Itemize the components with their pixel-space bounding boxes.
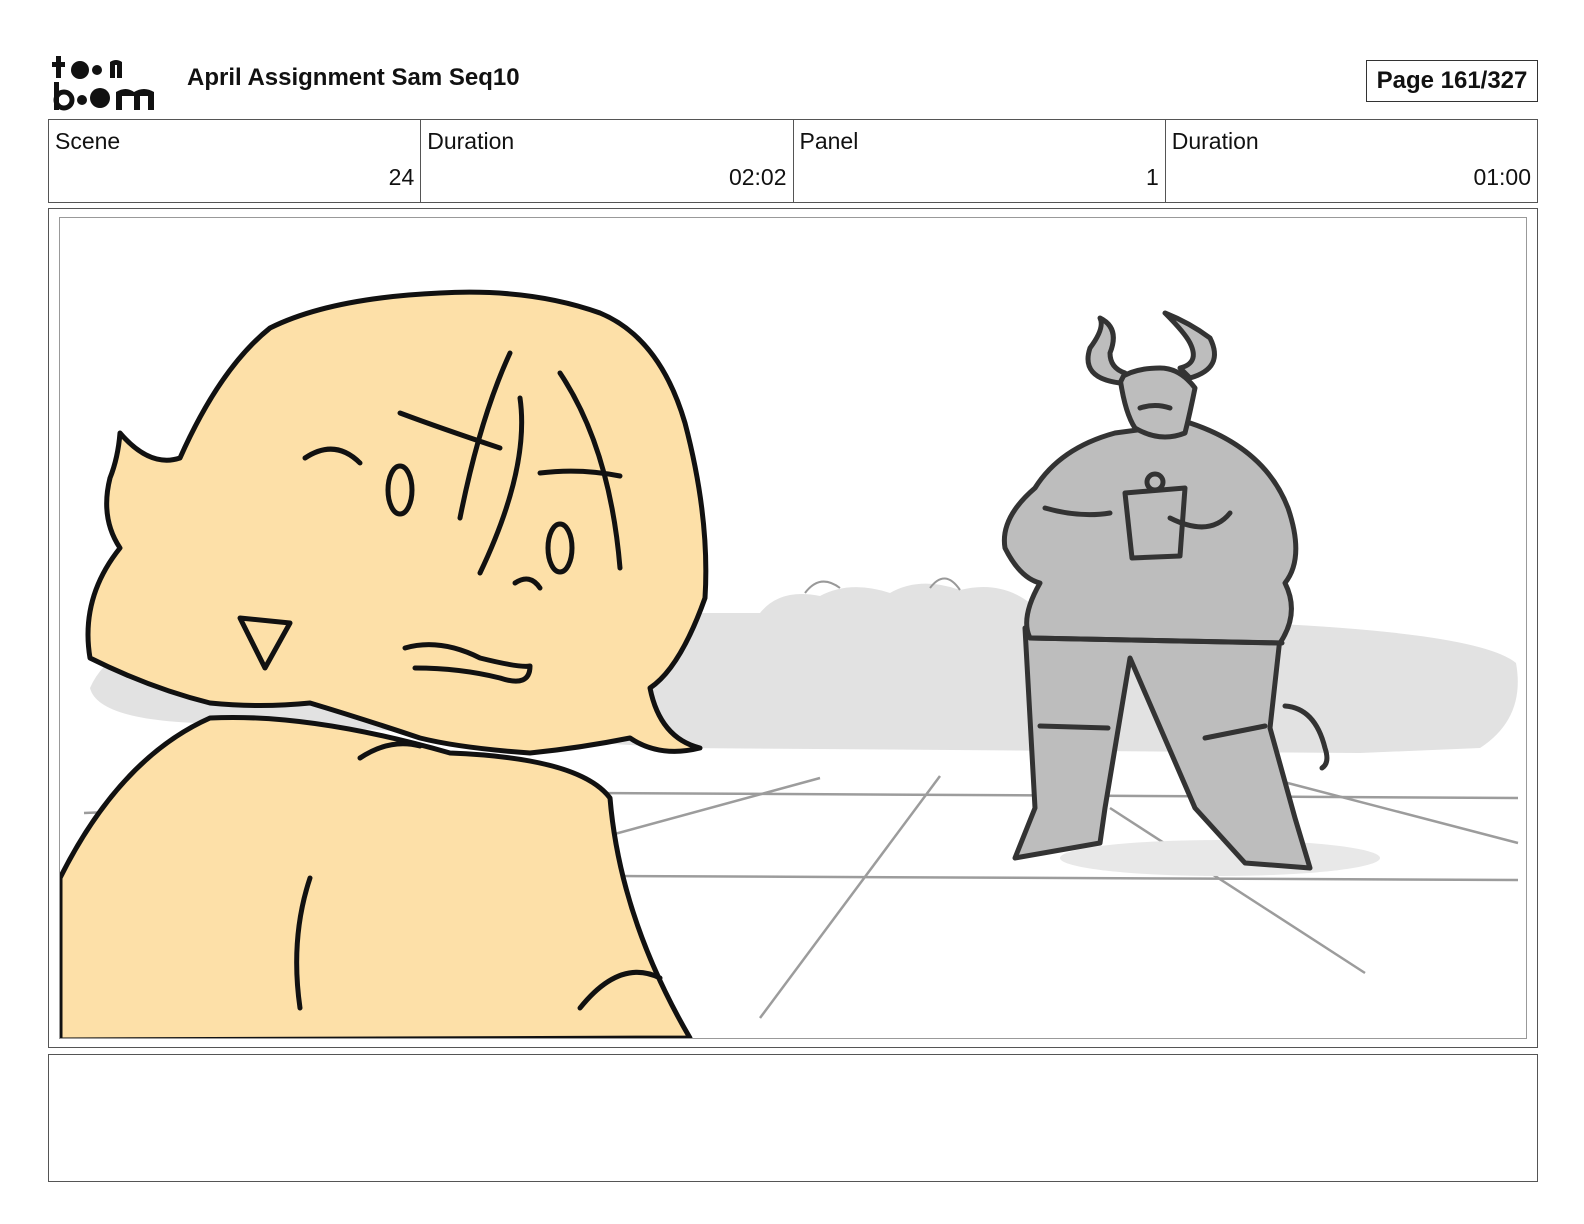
panel-duration-cell: Duration 01:00 [1166, 120, 1537, 202]
panel-sketch [60, 289, 1519, 1038]
scene-duration-label: Duration [427, 128, 515, 154]
panel-duration-value: 01:00 [1473, 164, 1531, 190]
scene-duration-cell: Duration 02:02 [421, 120, 794, 202]
scene-value: 24 [388, 164, 415, 190]
toon-boom-logo [52, 56, 154, 111]
storyboard-panel [48, 208, 1538, 1048]
scene-duration-value: 02:02 [728, 164, 787, 190]
scene-cell: Scene 24 [49, 120, 422, 202]
panel-label: Panel [799, 128, 859, 154]
scene-label: Scene [55, 128, 121, 154]
scene-info-table: Scene 24 Duration 02:02 Panel 1 Duration… [48, 119, 1538, 203]
panel-cell: Panel 1 [794, 120, 1166, 202]
panel-artwork [59, 217, 1527, 1039]
panel-value: 1 [1145, 164, 1159, 190]
panel-duration-label: Duration [1171, 128, 1259, 154]
girl-figure [60, 289, 709, 1038]
minotaur-figure [1001, 310, 1330, 871]
document-title: April Assignment Sam Seq10 [187, 64, 520, 91]
panel-notes-box [48, 1054, 1538, 1182]
page-number: Page 161/327 [1366, 60, 1538, 102]
